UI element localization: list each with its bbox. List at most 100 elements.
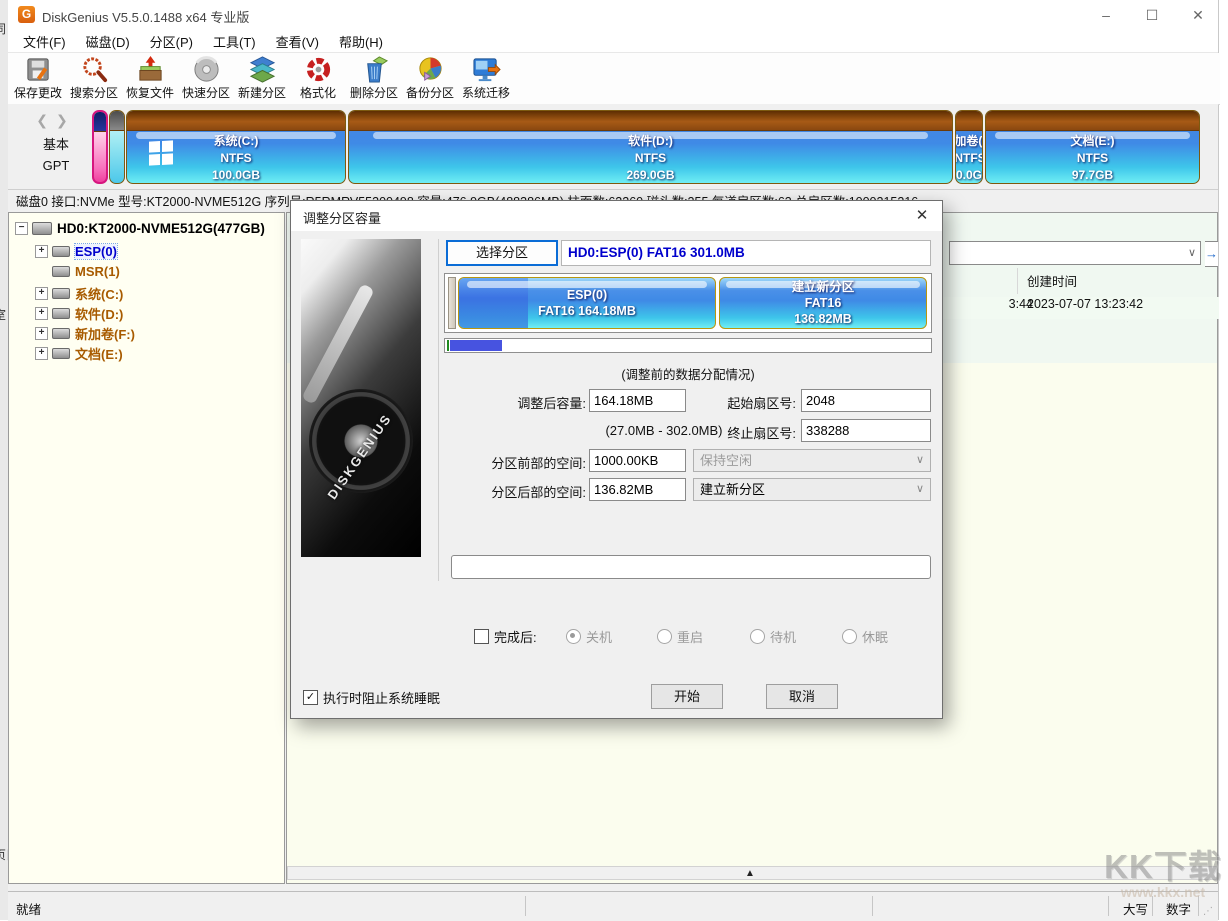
expand-icon[interactable]: +: [35, 287, 48, 300]
prev-disk-icon[interactable]: ❮: [36, 112, 56, 128]
recover-files-button[interactable]: 恢复文件: [122, 53, 178, 103]
hdd-photo: DISKGENIUS: [301, 239, 421, 557]
delete-partition-button[interactable]: 删除分区: [346, 53, 402, 103]
menu-file[interactable]: 文件(F): [13, 30, 76, 53]
preview-new-name: 建立新分区: [792, 279, 855, 295]
filter-combobox[interactable]: ∨: [949, 241, 1201, 265]
partition-block-newvolume-f[interactable]: 新加卷(F:) NTFS 10.0GB: [955, 110, 983, 184]
disk-nav: ❮❯ 基本 GPT: [28, 112, 84, 173]
preview-block-new-partition[interactable]: 建立新分区 FAT16 136.82MB: [719, 277, 927, 329]
partition-block-system-c[interactable]: 系统(C:) NTFS 100.0GB: [126, 110, 346, 184]
save-changes-button[interactable]: 保存更改: [10, 53, 66, 103]
resize-handle[interactable]: [448, 277, 456, 329]
format-button[interactable]: 格式化: [290, 53, 346, 103]
partition-block-software-d[interactable]: 软件(D:) NTFS 269.0GB: [348, 110, 953, 184]
backup-partition-icon: [416, 55, 445, 84]
after-done-checkbox[interactable]: 完成后:: [474, 627, 537, 646]
radio-shutdown: 关机: [566, 627, 612, 646]
minimize-button[interactable]: –: [1083, 0, 1129, 30]
disk-type-label: 基本: [28, 134, 84, 153]
scroll-marker-icon[interactable]: ▲: [745, 868, 755, 879]
partition-fs: NTFS: [986, 150, 1199, 167]
preview-block-esp[interactable]: ESP(0) FAT16 164.18MB: [458, 277, 716, 329]
end-sector-input[interactable]: [801, 419, 931, 442]
partition-icon: [52, 308, 70, 319]
start-sector-input[interactable]: [801, 389, 931, 412]
title-bar: G DiskGenius V5.5.0.1488 x64 专业版 – ☐ ✕: [8, 0, 1218, 30]
recover-icon: [136, 55, 165, 84]
format-icon: [304, 55, 333, 84]
menu-partition[interactable]: 分区(P): [140, 30, 203, 53]
search-icon: [80, 55, 109, 84]
horizontal-scrollbar[interactable]: ▲: [287, 866, 1217, 880]
resize-grip[interactable]: ⋰: [1203, 906, 1215, 918]
expand-icon[interactable]: +: [35, 327, 48, 340]
menu-bar: 文件(F) 磁盘(D) 分区(P) 工具(T) 查看(V) 帮助(H): [8, 30, 1218, 53]
system-migrate-button[interactable]: 系统迁移: [458, 53, 514, 103]
menu-help[interactable]: 帮助(H): [329, 30, 393, 53]
column-header-created[interactable]: 创建时间: [1027, 271, 1077, 290]
close-button[interactable]: ✕: [1175, 0, 1221, 30]
back-space-mode-dropdown[interactable]: 建立新分区 ∨: [693, 478, 931, 501]
prevent-sleep-checkbox[interactable]: ✓ 执行时阻止系统睡眠: [303, 688, 440, 707]
expand-icon[interactable]: +: [35, 347, 48, 360]
toolbar-label: 系统迁移: [462, 84, 510, 101]
tree-root-disk[interactable]: − HD0:KT2000-NVME512G(477GB): [15, 221, 265, 236]
chevron-down-icon[interactable]: ∨: [1188, 246, 1196, 259]
window-title: DiskGenius V5.5.0.1488 x64 专业版: [42, 7, 249, 26]
front-space-label: 分区前部的空间:: [446, 453, 586, 472]
tree-item-docs-e[interactable]: + 文档(E:): [35, 344, 123, 363]
back-space-input[interactable]: [589, 478, 686, 501]
tree-item-system-c[interactable]: + 系统(C:): [35, 284, 123, 303]
tree-item-newvolume-f[interactable]: + 新加卷(F:): [35, 324, 135, 343]
radio-icon: [657, 629, 672, 644]
search-partition-button[interactable]: 搜索分区: [66, 53, 122, 103]
dialog-close-icon[interactable]: ✕: [910, 204, 934, 228]
toolbar-label: 格式化: [300, 84, 336, 101]
capacity-input[interactable]: [589, 389, 686, 412]
quick-partition-button[interactable]: 快速分区: [178, 53, 234, 103]
edge-glyph: 室: [0, 306, 6, 323]
tree-item-software-d[interactable]: + 软件(D:): [35, 304, 123, 323]
tree-item-msr[interactable]: MSR(1): [35, 264, 120, 279]
toolbar-label: 搜索分区: [70, 84, 118, 101]
next-disk-icon[interactable]: ❯: [56, 112, 76, 128]
start-button[interactable]: 开始: [651, 684, 723, 709]
partition-block-esp[interactable]: [92, 110, 108, 184]
checkbox-checked-icon[interactable]: ✓: [303, 690, 318, 705]
menu-tools[interactable]: 工具(T): [203, 30, 266, 53]
backup-partition-button[interactable]: 备份分区: [402, 53, 458, 103]
preview-esp-name: ESP(0): [567, 287, 607, 303]
chevron-down-icon[interactable]: ∨: [916, 479, 924, 500]
new-partition-button[interactable]: 新建分区: [234, 53, 290, 103]
toolbar-label: 快速分区: [182, 84, 230, 101]
expand-icon[interactable]: +: [35, 307, 48, 320]
status-ready: 就绪: [16, 899, 41, 918]
column-divider: [1017, 268, 1018, 294]
front-space-input[interactable]: [589, 449, 686, 472]
partition-icon: [52, 266, 70, 277]
status-capslock: 大写: [1123, 899, 1148, 918]
go-arrow-button[interactable]: →: [1205, 241, 1218, 267]
app-logo-icon: G: [18, 6, 35, 23]
toolbar-label: 保存更改: [14, 84, 62, 101]
tree-item-esp[interactable]: + ESP(0): [35, 244, 117, 259]
menu-view[interactable]: 查看(V): [266, 30, 329, 53]
select-partition-button[interactable]: 选择分区: [446, 240, 558, 266]
collapse-icon[interactable]: −: [15, 222, 28, 235]
maximize-button[interactable]: ☐: [1129, 0, 1175, 30]
partition-icon: [52, 348, 70, 359]
dialog-partition-preview: ESP(0) FAT16 164.18MB 建立新分区 FAT16 136.82…: [444, 273, 932, 333]
start-sector-label: 起始扇区号:: [711, 393, 796, 412]
radio-icon: [842, 629, 857, 644]
partition-block-msr[interactable]: [109, 110, 125, 184]
status-numlock: 数字: [1166, 899, 1191, 918]
edge-glyph: 同: [0, 20, 6, 37]
expand-icon[interactable]: +: [35, 245, 48, 258]
partition-size: 100.0GB: [127, 167, 345, 184]
radio-icon: [750, 629, 765, 644]
menu-disk[interactable]: 磁盘(D): [76, 30, 140, 53]
checkbox-icon[interactable]: [474, 629, 489, 644]
cancel-button[interactable]: 取消: [766, 684, 838, 709]
partition-block-docs-e[interactable]: 文档(E:) NTFS 97.7GB: [985, 110, 1200, 184]
